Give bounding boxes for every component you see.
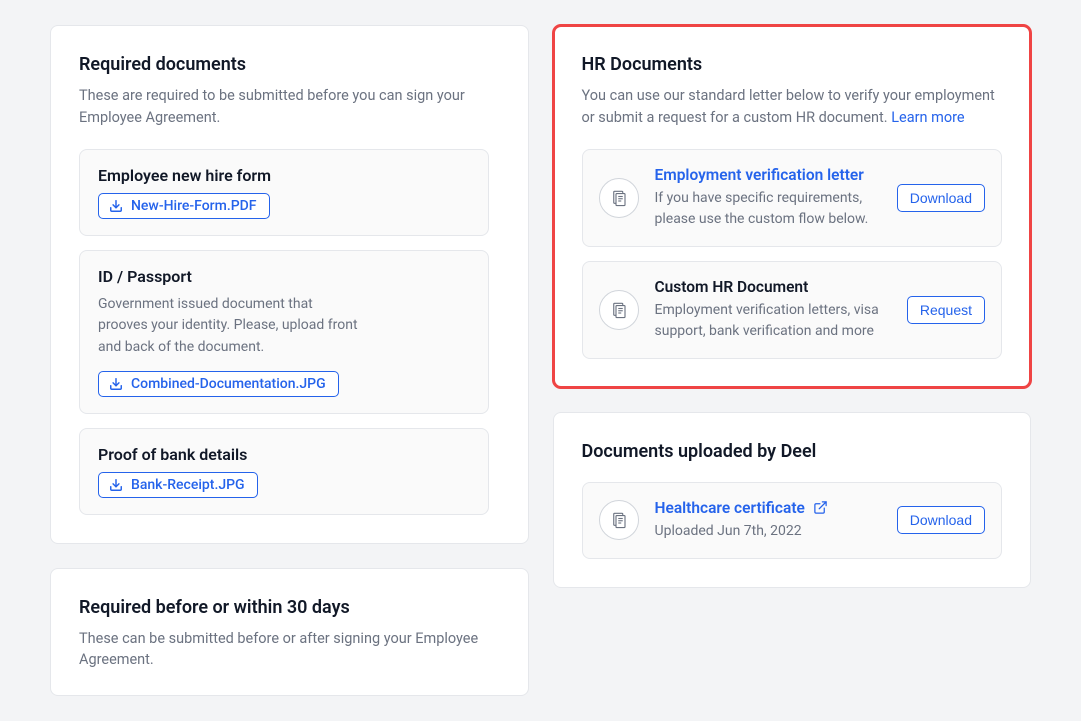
download-button[interactable]: Download bbox=[897, 506, 985, 534]
required-30-days-card: Required before or within 30 days These … bbox=[50, 568, 529, 697]
doc-title: Proof of bank details bbox=[98, 445, 470, 464]
download-button[interactable]: Download bbox=[897, 184, 985, 212]
hr-row-custom-document: Custom HR Document Employment verificati… bbox=[582, 261, 1003, 359]
request-button[interactable]: Request bbox=[907, 296, 985, 324]
file-chip-bank-details[interactable]: Bank-Receipt.JPG bbox=[98, 472, 258, 498]
doc-block-id-passport: ID / Passport Government issued document… bbox=[79, 250, 489, 414]
uploaded-item-date: Uploaded Jun 7th, 2022 bbox=[655, 521, 881, 542]
hr-item-description: If you have specific requirements, pleas… bbox=[655, 188, 881, 230]
document-icon bbox=[599, 178, 639, 218]
learn-more-link[interactable]: Learn more bbox=[891, 109, 964, 126]
doc-block-bank-details: Proof of bank details Bank-Receipt.JPG bbox=[79, 428, 489, 515]
hr-item-description: Employment verification letters, visa su… bbox=[655, 300, 891, 342]
file-name: Combined-Documentation.JPG bbox=[131, 376, 326, 392]
doc-description: Government issued document that prooves … bbox=[98, 294, 358, 359]
card-description: These are required to be submitted befor… bbox=[79, 85, 500, 129]
doc-title: ID / Passport bbox=[98, 267, 470, 286]
required-documents-card: Required documents These are required to… bbox=[50, 25, 529, 544]
hr-row-employment-verification: Employment verification letter If you ha… bbox=[582, 149, 1003, 247]
external-link-icon bbox=[813, 500, 828, 515]
uploaded-by-deel-card: Documents uploaded by Deel Healthcare ce… bbox=[553, 412, 1032, 588]
hr-item-title-link[interactable]: Employment verification letter bbox=[655, 166, 881, 184]
document-icon bbox=[599, 290, 639, 330]
document-icon bbox=[599, 500, 639, 540]
download-icon bbox=[109, 478, 123, 492]
uploaded-row-healthcare-certificate: Healthcare certificate Uploaded Jun 7th,… bbox=[582, 482, 1003, 559]
doc-title: Employee new hire form bbox=[98, 166, 470, 185]
file-chip-id-passport[interactable]: Combined-Documentation.JPG bbox=[98, 371, 339, 397]
doc-block-new-hire: Employee new hire form New-Hire-Form.PDF bbox=[79, 149, 489, 236]
hr-documents-card: HR Documents You can use our standard le… bbox=[553, 25, 1032, 388]
card-title: Documents uploaded by Deel bbox=[582, 441, 1003, 462]
file-chip-new-hire[interactable]: New-Hire-Form.PDF bbox=[98, 193, 270, 219]
download-icon bbox=[109, 199, 123, 213]
hr-item-title: Custom HR Document bbox=[655, 278, 891, 296]
card-description: You can use our standard letter below to… bbox=[582, 85, 1003, 129]
card-title: HR Documents bbox=[582, 54, 1003, 75]
card-title: Required documents bbox=[79, 54, 500, 75]
download-icon bbox=[109, 377, 123, 391]
file-name: New-Hire-Form.PDF bbox=[131, 198, 257, 214]
uploaded-item-title-link[interactable]: Healthcare certificate bbox=[655, 499, 881, 517]
card-title: Required before or within 30 days bbox=[79, 597, 500, 618]
file-name: Bank-Receipt.JPG bbox=[131, 477, 245, 493]
